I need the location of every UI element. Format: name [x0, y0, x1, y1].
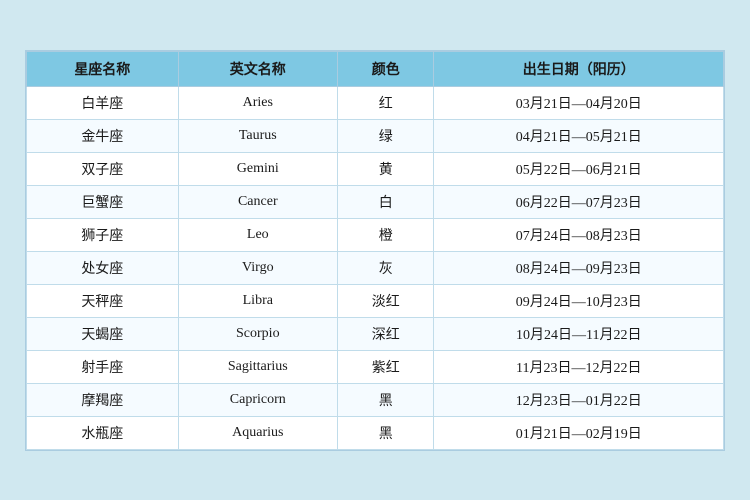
cell-chinese-name: 处女座 [27, 251, 179, 284]
table-row: 处女座Virgo灰08月24日—09月23日 [27, 251, 724, 284]
cell-color: 紫红 [337, 350, 434, 383]
table-row: 金牛座Taurus绿04月21日—05月21日 [27, 119, 724, 152]
cell-color: 淡红 [337, 284, 434, 317]
table-row: 摩羯座Capricorn黑12月23日—01月22日 [27, 383, 724, 416]
header-dates: 出生日期（阳历） [434, 51, 724, 86]
cell-color: 黑 [337, 383, 434, 416]
cell-chinese-name: 水瓶座 [27, 416, 179, 449]
cell-dates: 04月21日—05月21日 [434, 119, 724, 152]
table-row: 天蝎座Scorpio深红10月24日—11月22日 [27, 317, 724, 350]
cell-dates: 06月22日—07月23日 [434, 185, 724, 218]
cell-color: 黄 [337, 152, 434, 185]
cell-english-name: Scorpio [178, 317, 337, 350]
cell-chinese-name: 狮子座 [27, 218, 179, 251]
cell-chinese-name: 天蝎座 [27, 317, 179, 350]
cell-english-name: Virgo [178, 251, 337, 284]
cell-english-name: Leo [178, 218, 337, 251]
cell-chinese-name: 巨蟹座 [27, 185, 179, 218]
cell-color: 灰 [337, 251, 434, 284]
cell-english-name: Cancer [178, 185, 337, 218]
table-row: 水瓶座Aquarius黑01月21日—02月19日 [27, 416, 724, 449]
cell-color: 橙 [337, 218, 434, 251]
cell-color: 白 [337, 185, 434, 218]
cell-english-name: Taurus [178, 119, 337, 152]
table-row: 射手座Sagittarius紫红11月23日—12月22日 [27, 350, 724, 383]
cell-chinese-name: 射手座 [27, 350, 179, 383]
zodiac-table: 星座名称 英文名称 颜色 出生日期（阳历） 白羊座Aries红03月21日—04… [26, 51, 724, 450]
table-row: 狮子座Leo橙07月24日—08月23日 [27, 218, 724, 251]
cell-color: 红 [337, 86, 434, 119]
header-color: 颜色 [337, 51, 434, 86]
cell-dates: 08月24日—09月23日 [434, 251, 724, 284]
header-chinese-name: 星座名称 [27, 51, 179, 86]
table-header-row: 星座名称 英文名称 颜色 出生日期（阳历） [27, 51, 724, 86]
cell-color: 绿 [337, 119, 434, 152]
cell-dates: 07月24日—08月23日 [434, 218, 724, 251]
cell-dates: 01月21日—02月19日 [434, 416, 724, 449]
table-row: 天秤座Libra淡红09月24日—10月23日 [27, 284, 724, 317]
cell-dates: 03月21日—04月20日 [434, 86, 724, 119]
header-english-name: 英文名称 [178, 51, 337, 86]
table-row: 白羊座Aries红03月21日—04月20日 [27, 86, 724, 119]
table-body: 白羊座Aries红03月21日—04月20日金牛座Taurus绿04月21日—0… [27, 86, 724, 449]
cell-english-name: Libra [178, 284, 337, 317]
cell-english-name: Aries [178, 86, 337, 119]
cell-dates: 09月24日—10月23日 [434, 284, 724, 317]
cell-dates: 05月22日—06月21日 [434, 152, 724, 185]
zodiac-table-container: 星座名称 英文名称 颜色 出生日期（阳历） 白羊座Aries红03月21日—04… [25, 50, 725, 451]
table-row: 双子座Gemini黄05月22日—06月21日 [27, 152, 724, 185]
cell-dates: 10月24日—11月22日 [434, 317, 724, 350]
cell-english-name: Gemini [178, 152, 337, 185]
cell-dates: 11月23日—12月22日 [434, 350, 724, 383]
cell-english-name: Sagittarius [178, 350, 337, 383]
cell-chinese-name: 天秤座 [27, 284, 179, 317]
cell-chinese-name: 白羊座 [27, 86, 179, 119]
cell-chinese-name: 摩羯座 [27, 383, 179, 416]
cell-color: 深红 [337, 317, 434, 350]
cell-chinese-name: 双子座 [27, 152, 179, 185]
cell-color: 黑 [337, 416, 434, 449]
cell-english-name: Aquarius [178, 416, 337, 449]
cell-english-name: Capricorn [178, 383, 337, 416]
cell-chinese-name: 金牛座 [27, 119, 179, 152]
table-row: 巨蟹座Cancer白06月22日—07月23日 [27, 185, 724, 218]
cell-dates: 12月23日—01月22日 [434, 383, 724, 416]
